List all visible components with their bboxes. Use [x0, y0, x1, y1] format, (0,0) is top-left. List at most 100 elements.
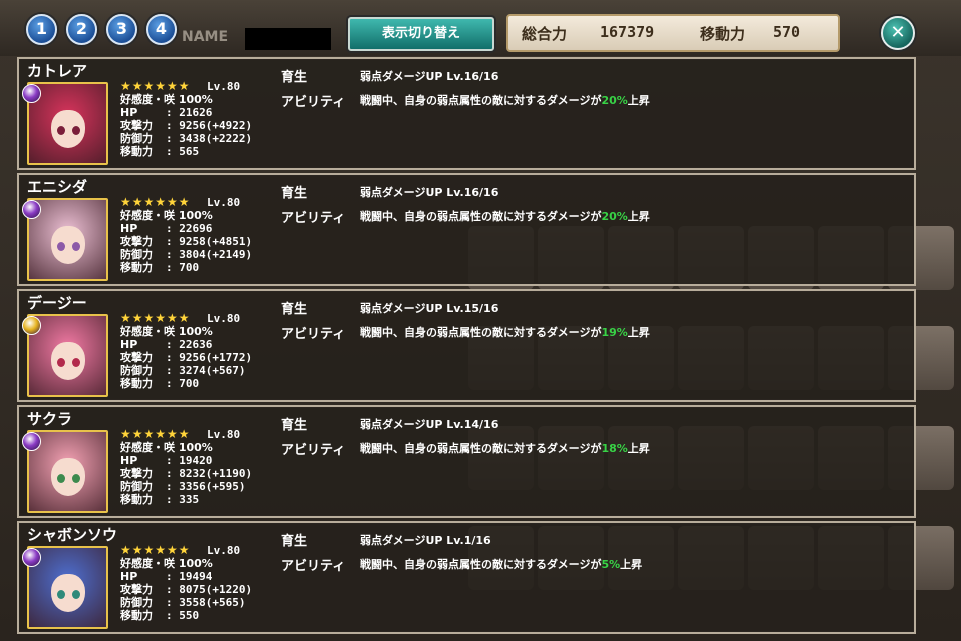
- training-value: 弱点ダメージUP Lv.14/16: [360, 418, 499, 431]
- ability-description: 戦闘中、自身の弱点属性の敵に対するダメージが20%上昇: [360, 92, 650, 108]
- stat-move-value: : 550: [166, 609, 200, 622]
- stat-hp: HP: 21626: [120, 106, 252, 119]
- stat-move-value: : 565: [166, 145, 200, 158]
- portrait-eye: [72, 590, 80, 599]
- party-2-button[interactable]: 2: [66, 14, 97, 45]
- ability-text-post: 上昇: [627, 442, 650, 455]
- training-label: 育生: [281, 302, 308, 317]
- ability-percent: 20%: [601, 210, 628, 223]
- training-label: 育生: [281, 418, 308, 433]
- ability-description: 戦闘中、自身の弱点属性の敵に対するダメージが19%上昇: [360, 324, 650, 340]
- portrait-eye: [57, 242, 65, 251]
- character-panel[interactable]: デージー ★★★★★★ Lv.80 好感度・咲 100% HP: 22636 攻撃力: 9…: [17, 289, 916, 402]
- stat-atk-label: 攻撃力: [120, 467, 153, 480]
- stat-move-label: 移動力: [120, 261, 153, 274]
- stat-def-value: : 3356(+595): [166, 480, 246, 493]
- ability-label: アビリティ: [281, 327, 346, 342]
- display-switch-button[interactable]: 表示切り替え: [348, 17, 494, 51]
- stat-atk-label: 攻撃力: [120, 235, 153, 248]
- stat-hp-value: : 22636: [166, 338, 213, 351]
- stat-atk-label: 攻撃力: [120, 351, 153, 364]
- stat-atk-label: 攻撃力: [120, 583, 153, 596]
- party-4-button[interactable]: 4: [146, 14, 177, 45]
- character-stats: 好感度・咲 100% HP: 19494 攻撃力: 8075(+1220) 防御力: …: [120, 557, 252, 622]
- training-label: 育生: [281, 534, 308, 549]
- stat-move: 移動力: 700: [120, 377, 252, 390]
- stat-def-value: : 3558(+565): [166, 596, 246, 609]
- character-name: サクラ: [27, 410, 73, 428]
- stat-hp: HP : 19494: [120, 570, 252, 583]
- affection-row: 好感度・咲 100%: [120, 441, 213, 454]
- ability-text-pre: 戦闘中、自身の弱点属性の敵に対するダメージが: [360, 94, 602, 107]
- stat-hp-value: : 19420: [166, 454, 213, 467]
- total-power-box: 総合力 167379 移動力 570: [506, 14, 840, 52]
- redacted-player-name: [245, 28, 331, 50]
- stat-hp-label: HP: [120, 222, 138, 235]
- stat-move-label: 移動力: [120, 493, 153, 506]
- character-name: エニシダ: [27, 178, 88, 196]
- stat-atk-value: : 9258(+4851): [166, 235, 253, 248]
- ability-label: アビリティ: [281, 443, 346, 458]
- stat-hp-value: : 21626: [166, 106, 213, 119]
- stat-def-label: 防御力: [120, 596, 153, 609]
- stat-move: 移動力 : 550: [120, 609, 252, 622]
- move-power-label: 移動力: [700, 25, 746, 43]
- portrait-eye: [72, 474, 80, 483]
- stat-hp-value: : 19494: [166, 570, 213, 583]
- character-name: カトレア: [27, 62, 88, 80]
- party-3-button[interactable]: 3: [106, 14, 137, 45]
- character-stats: 好感度・咲 100% HP: 22696 攻撃力: 9258(+4851) 防御力: …: [120, 209, 252, 274]
- character-panel[interactable]: サクラ ★★★★★★ Lv.80 好感度・咲 100% HP: 19420 攻撃力: 82…: [17, 405, 916, 518]
- ability-label: アビリティ: [281, 95, 346, 110]
- ability-label: アビリティ: [281, 559, 346, 574]
- training-label: 育生: [281, 186, 308, 201]
- stat-def-value: : 3274(+567): [166, 364, 246, 377]
- character-level: Lv.80: [207, 428, 241, 441]
- affection-row: 好感度・咲 100%: [120, 325, 213, 338]
- stat-atk-value: : 8075(+1220): [166, 583, 253, 596]
- portrait-eye: [72, 242, 80, 251]
- character-panel[interactable]: カトレア ★★★★★★ Lv.80 好感度・咲 100% HP: 21626 攻撃力: 9…: [17, 57, 916, 170]
- stat-move: 移動力: 335: [120, 493, 252, 506]
- party-1-button[interactable]: 1: [26, 14, 57, 45]
- stat-def: 防御力 : 3558(+565): [120, 596, 252, 609]
- character-level: Lv.80: [207, 80, 241, 93]
- training-value: 弱点ダメージUP Lv.16/16: [360, 70, 499, 83]
- move-power-value: 570: [773, 23, 801, 41]
- stat-move-label: 移動力: [120, 609, 153, 622]
- rarity-stars: ★★★★★★: [120, 311, 191, 325]
- total-power-value: 167379: [600, 23, 655, 41]
- ability-percent: 20%: [601, 94, 628, 107]
- ability-text-pre: 戦闘中、自身の弱点属性の敵に対するダメージが: [360, 442, 602, 455]
- ability-percent: 18%: [601, 442, 628, 455]
- affection-row: 好感度・咲 100%: [120, 209, 213, 222]
- character-level: Lv.80: [207, 544, 241, 557]
- stat-move-label: 移動力: [120, 145, 153, 158]
- close-button[interactable]: ✕: [881, 16, 915, 50]
- stat-atk: 攻撃力 : 8075(+1220): [120, 583, 252, 596]
- stat-def-label: 防御力: [120, 364, 153, 377]
- light-element-orb: [22, 316, 41, 335]
- stat-hp-label: HP: [120, 570, 138, 583]
- stat-hp: HP: 22696: [120, 222, 252, 235]
- affection-row: 好感度・咲 100%: [120, 93, 213, 106]
- ability-percent: 19%: [601, 326, 628, 339]
- ability-text-pre: 戦闘中、自身の弱点属性の敵に対するダメージが: [360, 210, 602, 223]
- stat-atk: 攻撃力: 9256(+1772): [120, 351, 252, 364]
- top-bar: 1 2 3 4 NAME 表示切り替え 総合力 167379 移動力 570 ✕: [0, 0, 961, 60]
- training-value: 弱点ダメージUP Lv.1/16: [360, 534, 491, 547]
- ability-text-post: 上昇: [627, 326, 650, 339]
- player-name-label: NAME: [182, 29, 229, 45]
- stat-def: 防御力: 3438(+2222): [120, 132, 252, 145]
- rarity-stars: ★★★★★★: [120, 427, 191, 441]
- ability-text-post: 上昇: [627, 210, 650, 223]
- portrait-eye: [57, 474, 65, 483]
- ability-description: 戦闘中、自身の弱点属性の敵に対するダメージが20%上昇: [360, 208, 650, 224]
- stat-def-label: 防御力: [120, 480, 153, 493]
- character-panel[interactable]: エニシダ ★★★★★★ Lv.80 好感度・咲 100% HP: 22696 攻撃力: 9…: [17, 173, 916, 286]
- stat-atk-value: : 9256(+4922): [166, 119, 253, 132]
- total-power-label: 総合力: [522, 25, 568, 43]
- stat-move: 移動力 : 565: [120, 145, 252, 158]
- character-panel[interactable]: シャボンソウ ★★★★★★ Lv.80 好感度・咲 100% HP: 19494 攻撃力:…: [17, 521, 916, 634]
- dark-element-orb: [22, 548, 41, 567]
